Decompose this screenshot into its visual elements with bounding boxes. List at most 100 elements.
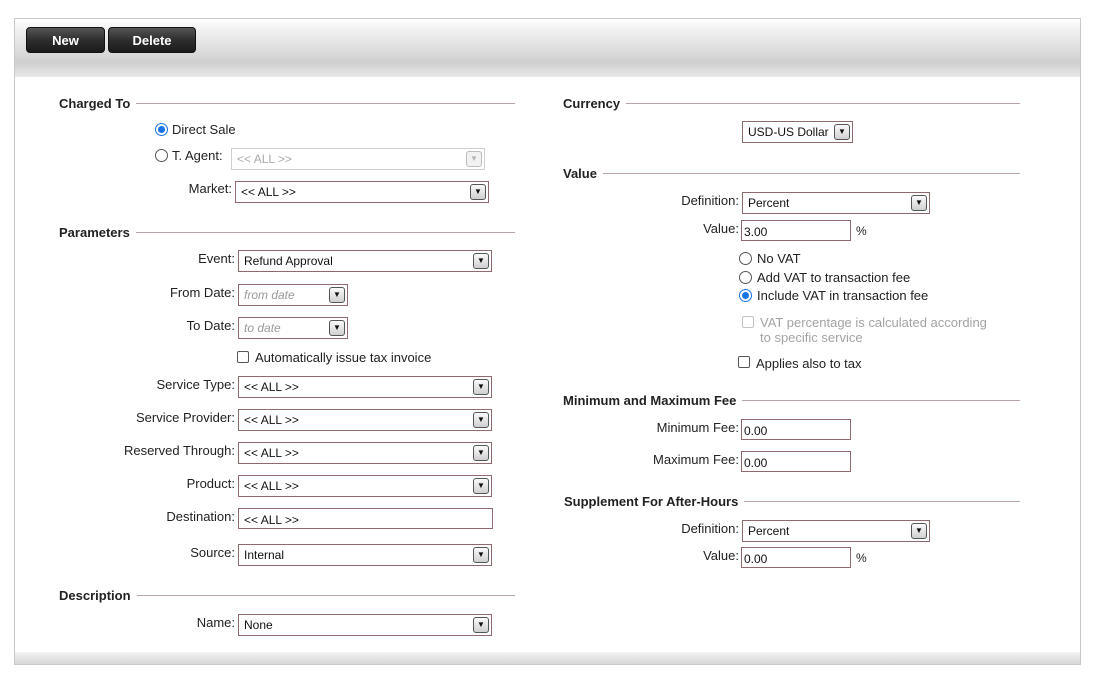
maximum-fee-label: Maximum Fee: [653, 452, 739, 467]
value-label: Value: [703, 221, 739, 236]
divider [136, 595, 515, 596]
section-title: Minimum and Maximum Fee [563, 393, 737, 408]
add-vat-label: Add VAT to transaction fee [757, 270, 911, 285]
divider [742, 400, 1020, 401]
divider [135, 232, 515, 233]
divider [602, 173, 1020, 174]
event-select[interactable]: Refund Approval ▼ [238, 250, 492, 272]
product-select[interactable]: << ALL >> ▼ [238, 475, 492, 497]
event-label: Event: [198, 251, 235, 266]
value-heading: Value [563, 166, 1020, 181]
event-select-value: Refund Approval [244, 254, 333, 268]
footer-bar [15, 652, 1080, 664]
destination-label: Destination: [166, 509, 235, 524]
market-label: Market: [188, 181, 232, 196]
from-date-field[interactable]: from date ▼ [238, 284, 348, 306]
supplement-heading: Supplement For After-Hours [564, 494, 1020, 509]
delete-button[interactable]: Delete [108, 27, 196, 53]
currency-select[interactable]: USD-US Dollar ▼ [742, 121, 853, 143]
name-label: Name: [196, 615, 235, 630]
new-button[interactable]: New [26, 27, 105, 53]
chevron-down-icon: ▼ [470, 184, 486, 200]
applies-tax-checkbox[interactable] [738, 356, 750, 368]
value-input[interactable]: 3.00 [741, 220, 851, 241]
supplement-definition-label: Definition: [681, 521, 739, 536]
supplement-definition-select-value: Percent [748, 524, 790, 538]
reserved-through-select-value: << ALL >> [244, 446, 299, 460]
section-title: Description [59, 588, 131, 603]
t-agent-select: << ALL >> ▼ [231, 148, 485, 170]
direct-sale-radio[interactable] [155, 123, 168, 136]
source-label: Source: [190, 545, 235, 560]
t-agent-radio[interactable] [155, 149, 168, 162]
main-panel: New Delete [14, 18, 1081, 665]
from-date-label: From Date: [169, 285, 235, 300]
name-select[interactable]: None ▼ [238, 614, 492, 636]
include-vat-label: Include VAT in transaction fee [757, 288, 929, 303]
source-select[interactable]: Internal ▼ [238, 544, 492, 566]
name-select-value: None [244, 618, 273, 632]
to-date-label: To Date: [186, 318, 235, 333]
minimum-fee-input[interactable]: 0.00 [741, 419, 851, 440]
reserved-through-label: Reserved Through: [123, 443, 235, 458]
add-vat-radio[interactable] [739, 271, 752, 284]
destination-input[interactable]: << ALL >> [238, 508, 493, 529]
currency-heading: Currency [563, 96, 1020, 111]
min-max-fee-heading: Minimum and Maximum Fee [563, 393, 1020, 408]
include-vat-radio[interactable] [739, 289, 752, 302]
value-definition-select-value: Percent [748, 196, 790, 210]
chevron-down-icon[interactable]: ▼ [329, 287, 345, 303]
service-provider-select[interactable]: << ALL >> ▼ [238, 409, 492, 431]
reserved-through-select[interactable]: << ALL >> ▼ [238, 442, 492, 464]
from-date-placeholder: from date [244, 288, 295, 302]
chevron-down-icon: ▼ [473, 478, 489, 494]
t-agent-label: T. Agent: [172, 148, 223, 163]
to-date-placeholder: to date [244, 321, 281, 335]
supplement-value-input[interactable]: 0.00 [741, 547, 851, 568]
supplement-value-label: Value: [703, 548, 739, 563]
vat-percentage-checkbox [742, 316, 754, 328]
supplement-definition-select[interactable]: Percent ▼ [742, 520, 930, 542]
service-type-select-value: << ALL >> [244, 380, 299, 394]
maximum-fee-input[interactable]: 0.00 [741, 451, 851, 472]
market-select[interactable]: << ALL >> ▼ [235, 181, 489, 203]
t-agent-select-value: << ALL >> [237, 152, 292, 166]
value-definition-label: Definition: [681, 193, 739, 208]
vat-percentage-label-line1: VAT percentage is calculated according [760, 315, 987, 330]
divider [744, 501, 1020, 502]
vat-percentage-label-line2: to specific service [760, 330, 863, 345]
chevron-down-icon: ▼ [473, 547, 489, 563]
service-type-select[interactable]: << ALL >> ▼ [238, 376, 492, 398]
applies-tax-label: Applies also to tax [756, 356, 862, 371]
description-heading: Description [59, 588, 515, 603]
section-title: Value [563, 166, 597, 181]
source-select-value: Internal [244, 548, 285, 562]
chevron-down-icon: ▼ [911, 195, 927, 211]
to-date-field[interactable]: to date ▼ [238, 317, 348, 339]
service-type-label: Service Type: [156, 377, 235, 392]
no-vat-radio[interactable] [739, 252, 752, 265]
product-select-value: << ALL >> [244, 479, 299, 493]
currency-select-value: USD-US Dollar [748, 125, 829, 139]
market-select-value: << ALL >> [241, 185, 296, 199]
product-label: Product: [186, 476, 235, 491]
toolbar: New Delete [15, 19, 1080, 77]
no-vat-label: No VAT [757, 251, 801, 266]
section-title: Charged To [59, 96, 131, 111]
auto-tax-invoice-checkbox[interactable] [237, 351, 249, 363]
divider [136, 103, 515, 104]
charged-to-heading: Charged To [59, 96, 515, 111]
direct-sale-label: Direct Sale [172, 122, 236, 137]
section-title: Currency [563, 96, 621, 111]
chevron-down-icon: ▼ [473, 412, 489, 428]
service-provider-label: Service Provider: [136, 410, 235, 425]
section-title: Supplement For After-Hours [564, 494, 739, 509]
chevron-down-icon: ▼ [466, 151, 482, 167]
parameters-heading: Parameters [59, 225, 515, 240]
chevron-down-icon: ▼ [473, 253, 489, 269]
value-definition-select[interactable]: Percent ▼ [742, 192, 930, 214]
chevron-down-icon: ▼ [473, 617, 489, 633]
chevron-down-icon[interactable]: ▼ [329, 320, 345, 336]
auto-tax-invoice-label: Automatically issue tax invoice [255, 350, 432, 365]
chevron-down-icon: ▼ [473, 379, 489, 395]
